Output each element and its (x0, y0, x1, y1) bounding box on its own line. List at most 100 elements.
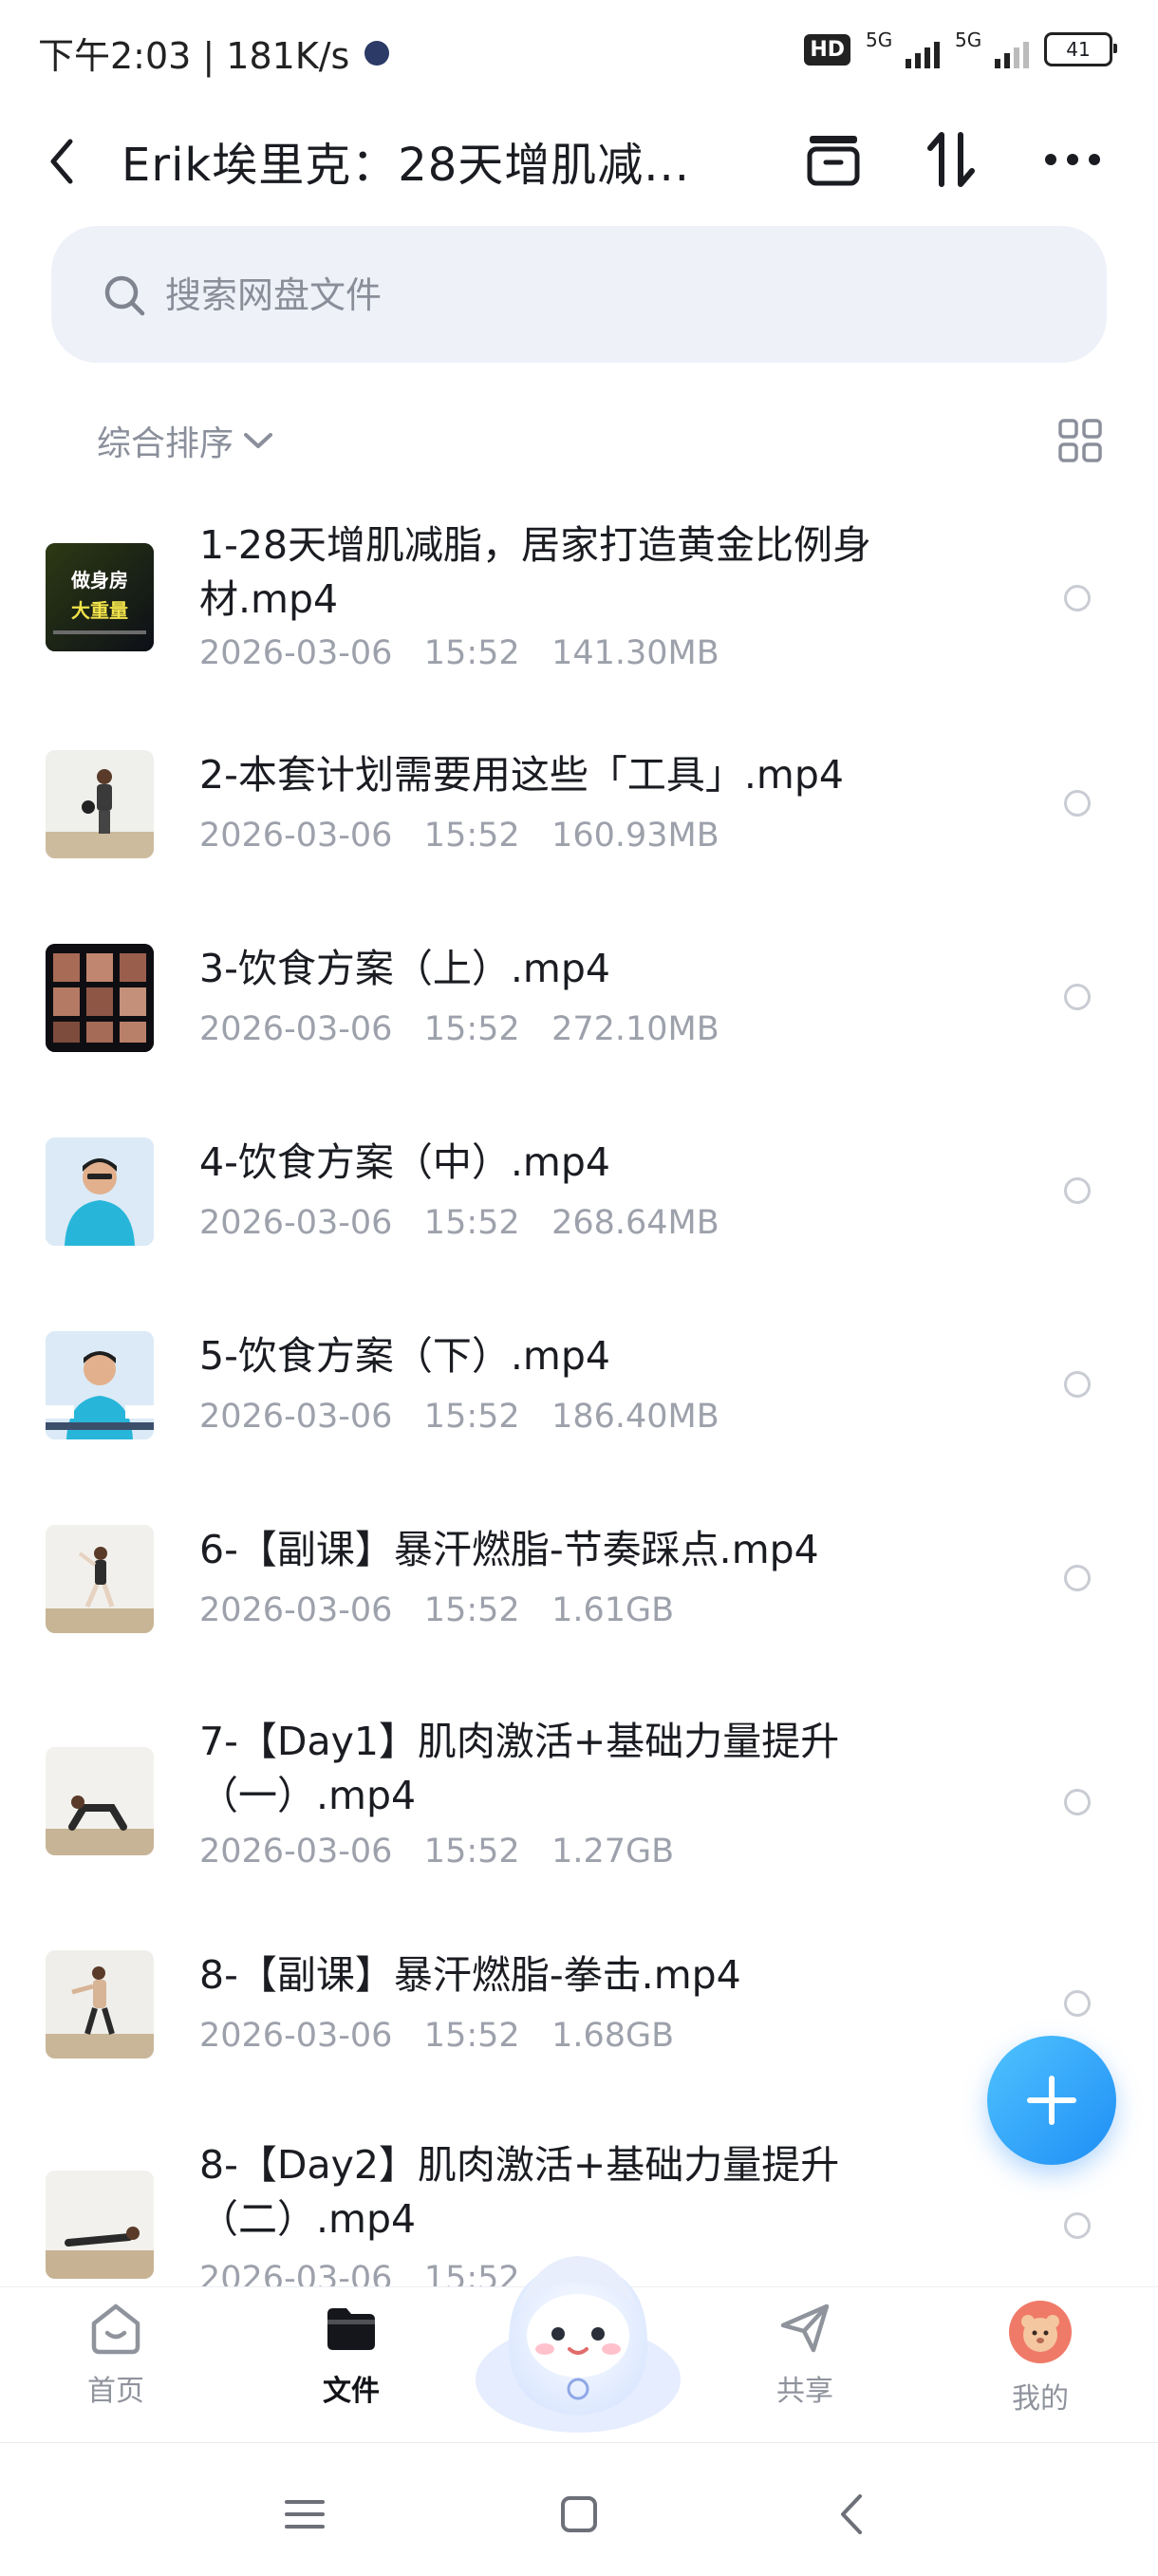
hd-badge: HD (804, 33, 850, 66)
system-navigation-bar (0, 2442, 1158, 2576)
file-meta: 2026-03-06 15:52 272.10MB (199, 1010, 719, 1048)
file-size: 186.40MB (551, 1398, 719, 1436)
file-list-item[interactable]: 4-饮食方案（中）.mp4 2026-03-06 15:52 268.64MB (0, 1109, 1158, 1280)
nav-profile-label: 我的 (1012, 2382, 1069, 2416)
thumbnail-art (46, 1138, 154, 1246)
file-meta: 2026-03-06 15:52 268.64MB (199, 1204, 719, 1242)
file-list-item[interactable]: 2-本套计划需要用这些「工具」.mp4 2026-03-06 15:52 160… (0, 722, 1158, 893)
network-type-label: 5G (866, 28, 893, 51)
nav-share[interactable]: 共享 (729, 2299, 881, 2409)
chevron-down-icon (244, 433, 273, 448)
file-date: 2026-03-06 (199, 817, 393, 855)
sort-label: 综合排序 (97, 424, 234, 463)
archive-icon (807, 136, 860, 186)
sort-button[interactable] (915, 123, 987, 196)
select-radio[interactable] (1064, 1990, 1091, 2017)
select-radio[interactable] (1064, 585, 1091, 611)
home-icon (91, 2303, 140, 2355)
thumb-text-2: 大重量 (71, 599, 128, 622)
select-radio[interactable] (1064, 1565, 1091, 1591)
top-app-bar: Erik埃里克：28天增肌减... (0, 104, 1158, 228)
more-button[interactable] (1037, 123, 1109, 196)
file-size: 1.27GB (551, 1833, 675, 1871)
grid-view-icon[interactable] (1057, 418, 1103, 463)
file-date: 2026-03-06 (199, 2017, 393, 2055)
thumbnail-art: 做身房 大重量 (46, 543, 154, 651)
avatar (1009, 2301, 1072, 2363)
network-type-label-2: 5G (955, 28, 982, 51)
file-name: 2-本套计划需要用这些「工具」.mp4 (199, 752, 844, 798)
nav-files[interactable]: 文件 (275, 2299, 427, 2409)
file-meta: 2026-03-06 15:52 160.93MB (199, 817, 719, 855)
thumbnail-art (46, 944, 154, 1052)
nav-profile[interactable]: 我的 (964, 2299, 1116, 2416)
file-name: 6-【副课】暴汗燃脂-节奏踩点.mp4 (199, 1527, 819, 1572)
file-size: 141.30MB (551, 634, 719, 672)
more-icon (1045, 154, 1100, 165)
file-time: 15:52 (423, 1010, 520, 1048)
signal-icon: 5G (866, 28, 940, 70)
add-button[interactable] (987, 2036, 1116, 2165)
video-thumbnail (46, 944, 154, 1052)
thumbnail-art (46, 750, 154, 858)
archive-button[interactable] (797, 123, 869, 196)
back-arrow-icon (50, 139, 73, 184)
select-radio[interactable] (1064, 2212, 1091, 2239)
select-radio[interactable] (1064, 1789, 1091, 1815)
file-list-item[interactable]: 5-饮食方案（下）.mp4 2026-03-06 15:52 186.40MB (0, 1303, 1158, 1474)
file-name: 1-28天增肌减脂，居家打造黄金比例身材.mp4 (199, 522, 872, 622)
thumb-text-1: 做身房 (70, 569, 128, 592)
file-list-item[interactable]: 6-【副课】暴汗燃脂-节奏踩点.mp4 2026-03-06 15:52 1.6… (0, 1496, 1158, 1667)
sort-dropdown[interactable]: 综合排序 (97, 416, 273, 465)
file-date: 2026-03-06 (199, 1591, 393, 1629)
assistant-mascot[interactable] (471, 2229, 685, 2444)
file-time: 15:52 (423, 2017, 520, 2055)
file-meta: 2026-03-06 15:52 1.27GB (199, 1833, 674, 1871)
file-size: 1.68GB (551, 2017, 675, 2055)
video-thumbnail (46, 1138, 154, 1246)
sort-icon (927, 132, 975, 187)
file-list-item[interactable]: 做身房 大重量 1-28天增肌减脂，居家打造黄金比例身材.mp4 2026-03… (0, 494, 1158, 693)
nav-share-label: 共享 (776, 2375, 833, 2408)
battery-level: 41 (1066, 38, 1091, 61)
file-list-item[interactable]: 7-【Day1】肌肉激活+基础力量提升（一）.mp4 2026-03-06 15… (0, 1690, 1158, 1891)
file-name: 8-【副课】暴汗燃脂-拳击.mp4 (199, 1952, 741, 1998)
file-list-item[interactable]: 3-饮食方案（上）.mp4 2026-03-06 15:52 272.10MB (0, 915, 1158, 1086)
file-time: 15:52 (423, 1398, 520, 1436)
thumbnail-art (46, 1525, 154, 1633)
nav-home[interactable]: 首页 (40, 2299, 192, 2409)
folder-icon (327, 2308, 375, 2350)
status-time: 下午2:03 | 181K/s (38, 27, 390, 79)
file-size: 268.64MB (551, 1204, 719, 1242)
menu-icon[interactable] (281, 2491, 328, 2538)
search-icon (104, 275, 145, 316)
file-size: 1.61GB (551, 1591, 675, 1629)
select-radio[interactable] (1064, 790, 1091, 817)
thumbnail-art (46, 1331, 154, 1439)
file-size: 160.93MB (551, 817, 719, 855)
video-thumbnail: 做身房 大重量 (46, 543, 154, 651)
file-list-item[interactable]: 8-【副课】暴汗燃脂-拳击.mp4 2026-03-06 15:52 1.68G… (0, 1922, 1158, 2093)
plus-icon (1027, 2076, 1076, 2125)
file-date: 2026-03-06 (199, 2260, 393, 2286)
signal-icon-2: 5G (955, 28, 1029, 70)
file-meta: 2026-03-06 15:52 1.68GB (199, 2017, 674, 2055)
file-time: 15:52 (423, 634, 520, 672)
home-square-icon[interactable] (555, 2491, 603, 2538)
select-radio[interactable] (1064, 1371, 1091, 1398)
file-name: 4-饮食方案（中）.mp4 (199, 1139, 610, 1185)
back-button[interactable] (47, 131, 89, 192)
file-size: 272.10MB (551, 1010, 719, 1048)
search-input[interactable] (163, 262, 1021, 329)
file-date: 2026-03-06 (199, 1010, 393, 1048)
file-meta: 2026-03-06 15:52 141.30MB (199, 634, 719, 672)
back-triangle-icon[interactable] (830, 2491, 877, 2538)
battery-icon: 41 (1044, 32, 1117, 66)
status-time-speed: 下午2:03 | 181K/s (38, 35, 350, 77)
search-bar[interactable] (51, 226, 1107, 363)
status-bar: 下午2:03 | 181K/s HD 5G 5G 41 (0, 0, 1158, 104)
video-thumbnail (46, 750, 154, 858)
nav-home-label: 首页 (87, 2375, 144, 2408)
select-radio[interactable] (1064, 984, 1091, 1010)
select-radio[interactable] (1064, 1177, 1091, 1204)
